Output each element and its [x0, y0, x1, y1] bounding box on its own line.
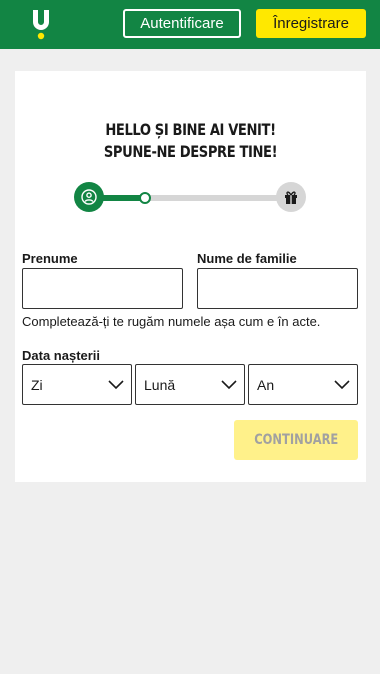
step-personal-details — [74, 182, 104, 212]
year-select[interactable]: An — [248, 364, 358, 405]
continue-button-label: CONTINUARE — [253, 432, 339, 448]
welcome-title: HELLO ȘI BINE AI VENIT! — [105, 120, 276, 139]
name-hint: Completează-ți te rugăm numele așa cum e… — [22, 314, 321, 329]
registration-card: HELLO ȘI BINE AI VENIT! SPUNE-NE DESPRE … — [15, 71, 366, 482]
user-icon — [81, 189, 97, 205]
unibet-logo-icon[interactable] — [30, 8, 52, 40]
month-select[interactable]: Lună — [135, 364, 245, 405]
gift-icon — [285, 191, 297, 204]
chevron-down-icon — [334, 380, 350, 390]
continue-button[interactable]: CONTINUARE — [234, 420, 358, 460]
chevron-down-icon — [221, 380, 237, 390]
login-button[interactable]: Autentificare — [123, 9, 241, 38]
day-select[interactable]: Zi — [22, 364, 132, 405]
chevron-down-icon — [108, 380, 124, 390]
first-name-input[interactable] — [22, 268, 183, 309]
progress-current-dot — [139, 192, 151, 204]
last-name-label: Nume de familie — [197, 251, 297, 266]
last-name-input[interactable] — [197, 268, 358, 309]
dob-label: Data nașterii — [22, 348, 101, 363]
day-select-value: Zi — [31, 377, 43, 393]
top-bar: Autentificare Înregistrare — [0, 0, 380, 49]
month-select-value: Lună — [144, 377, 176, 393]
welcome-subtitle: SPUNE-NE DESPRE TINE! — [103, 142, 278, 161]
register-button[interactable]: Înregistrare — [256, 9, 366, 38]
first-name-label: Prenume — [22, 251, 78, 266]
step-bonus — [276, 182, 306, 212]
year-select-value: An — [257, 377, 275, 393]
